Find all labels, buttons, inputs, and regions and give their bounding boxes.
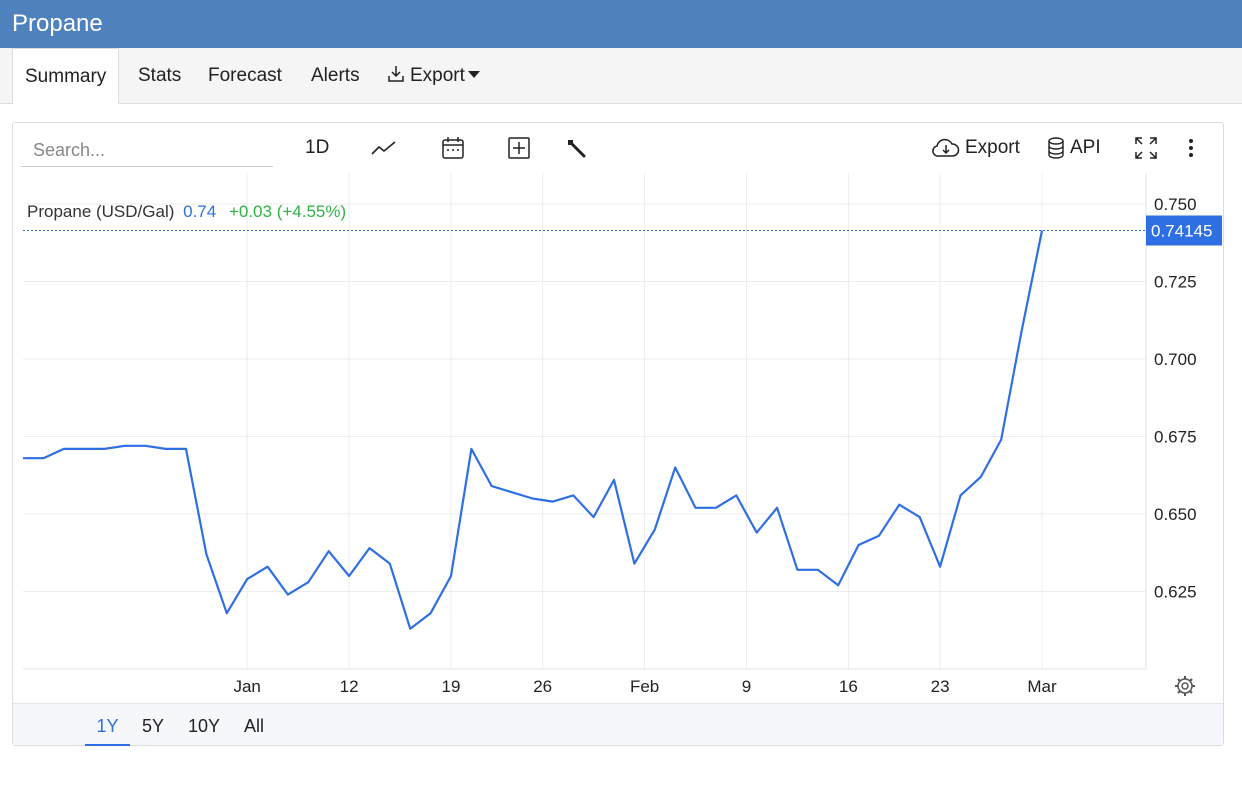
- x-tick-label: Jan: [233, 677, 260, 696]
- tab-stats-label: Stats: [138, 65, 182, 86]
- x-tick-label: 12: [340, 677, 359, 696]
- y-tick-label: 0.675: [1154, 428, 1197, 447]
- range-all-label: All: [243, 716, 264, 736]
- tab-export-label: Export: [410, 65, 465, 86]
- chart-grid: [23, 173, 1146, 669]
- range-all[interactable]: All: [238, 704, 270, 746]
- download-icon: [388, 65, 404, 82]
- tab-forecast-label: Forecast: [208, 65, 282, 86]
- range-10y-label: 10Y: [187, 716, 221, 736]
- price-chart: 0.625 0.650 0.675 0.700 0.725 0.750 Jan 12 19 26…: [23, 173, 1222, 696]
- y-tick-label: 0.725: [1154, 273, 1197, 292]
- tab-bar: Summary Stats Forecast Alerts Export: [0, 48, 1242, 105]
- last-price-label: 0.74145: [1151, 222, 1212, 241]
- x-tick-label: 16: [839, 677, 858, 696]
- last-price-badge: 0.74145: [1146, 215, 1222, 246]
- gear-icon-center: [1181, 682, 1189, 690]
- chart-settings-button[interactable]: [1175, 676, 1195, 696]
- tab-forecast[interactable]: Forecast: [208, 48, 282, 104]
- gear-icon: [1177, 678, 1193, 694]
- x-tick-label: 23: [931, 677, 950, 696]
- price-series-line: [23, 230, 1044, 630]
- tab-alerts-label: Alerts: [311, 65, 360, 86]
- tab-export[interactable]: Export: [386, 48, 480, 104]
- x-tick-label: Feb: [630, 677, 659, 696]
- legend-name: Propane (USD/Gal): [27, 202, 174, 221]
- app-title: Propane: [12, 10, 103, 37]
- range-1y-label: 1Y: [96, 716, 119, 736]
- chart-panel: 1D Export API 0.6250.6500.6750.7000.7250…: [12, 122, 1224, 746]
- range-5y[interactable]: 5Y: [137, 704, 169, 746]
- range-10y[interactable]: 10Y: [183, 704, 225, 746]
- x-axis-ticks: Jan 12 19 26 Feb 9 16 23 Mar: [233, 677, 1057, 696]
- tab-summary[interactable]: Summary: [12, 48, 120, 105]
- range-1y[interactable]: 1Y: [85, 704, 130, 746]
- y-tick-label: 0.650: [1154, 505, 1197, 524]
- y-tick-label: 0.750: [1154, 195, 1197, 214]
- legend-change: +0.03 (+4.55%): [229, 202, 346, 221]
- tab-stats[interactable]: Stats: [138, 48, 181, 104]
- legend-value: 0.74: [183, 202, 216, 221]
- y-tick-label: 0.700: [1154, 350, 1197, 369]
- range-5y-label: 5Y: [141, 716, 165, 736]
- gear-icon-teeth: [1175, 676, 1195, 696]
- chevron-down-icon: [467, 70, 480, 78]
- chart-legend: Propane (USD/Gal) 0.74 +0.03 (+4.55%): [27, 202, 346, 221]
- title-bar: Propane: [0, 0, 1242, 48]
- x-tick-label: Mar: [1027, 677, 1057, 696]
- y-tick-label: 0.625: [1154, 583, 1197, 602]
- tab-summary-label: Summary: [25, 66, 107, 87]
- x-tick-label: 26: [533, 677, 552, 696]
- x-tick-label: 19: [442, 677, 461, 696]
- range-selector: 1Y 5Y 10Y All: [13, 703, 1223, 746]
- y-axis-ticks: 0.625 0.650 0.675 0.700 0.725 0.750: [1154, 195, 1197, 602]
- tab-alerts[interactable]: Alerts: [311, 48, 360, 104]
- x-tick-label: 9: [742, 677, 751, 696]
